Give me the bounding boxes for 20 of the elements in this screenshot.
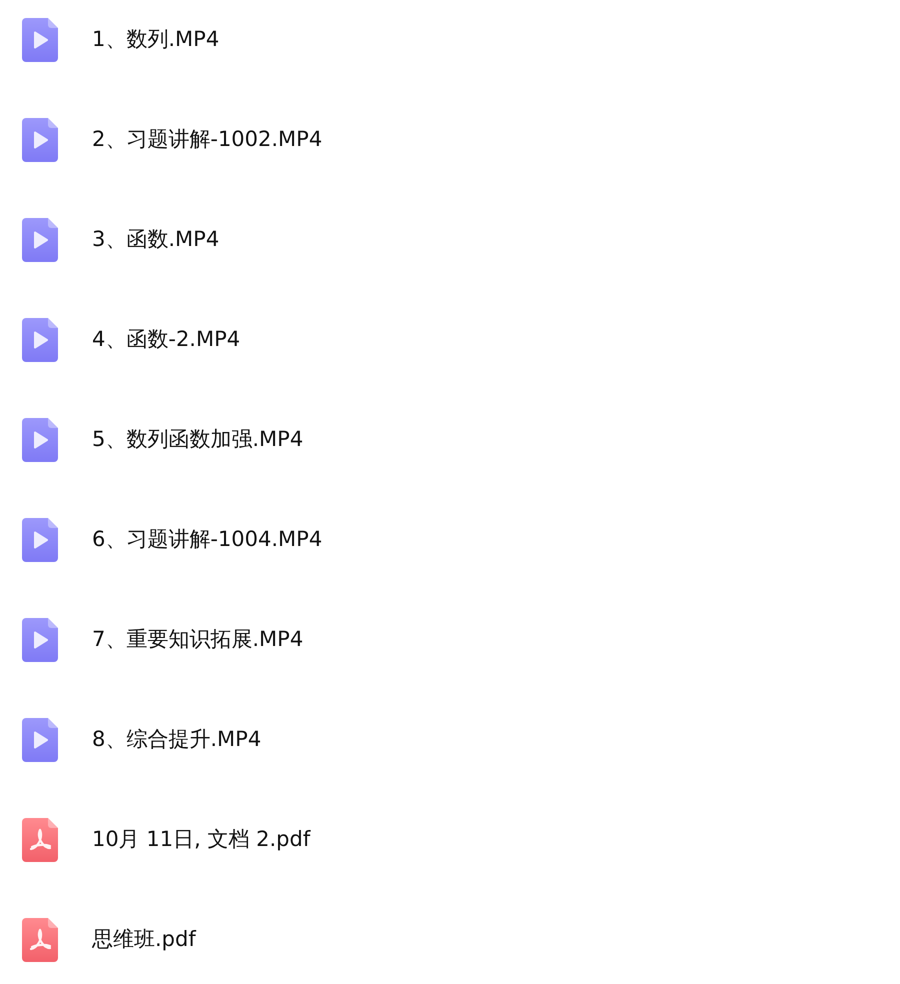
file-name[interactable]: 5、数列函数加强.MP4 [92, 427, 304, 453]
video-file-icon [22, 18, 58, 62]
file-name[interactable]: 思维班.pdf [92, 927, 196, 953]
file-name[interactable]: 10月 11日, 文档 2.pdf [92, 827, 310, 853]
video-file-icon [22, 318, 58, 362]
video-file-icon [22, 218, 58, 262]
pdf-file-icon [22, 818, 58, 862]
file-name[interactable]: 4、函数-2.MP4 [92, 327, 240, 353]
file-name[interactable]: 6、习题讲解-1004.MP4 [92, 527, 322, 553]
video-file-icon [22, 518, 58, 562]
video-file-icon [22, 718, 58, 762]
file-name[interactable]: 1、数列.MP4 [92, 27, 220, 53]
file-name[interactable]: 3、函数.MP4 [92, 227, 220, 253]
file-name[interactable]: 7、重要知识拓展.MP4 [92, 627, 304, 653]
video-file-icon [22, 418, 58, 462]
video-file-icon [22, 618, 58, 662]
video-file-icon [22, 118, 58, 162]
file-name[interactable]: 8、综合提升.MP4 [92, 727, 262, 753]
pdf-file-icon [22, 918, 58, 962]
file-name[interactable]: 2、习题讲解-1002.MP4 [92, 127, 322, 153]
